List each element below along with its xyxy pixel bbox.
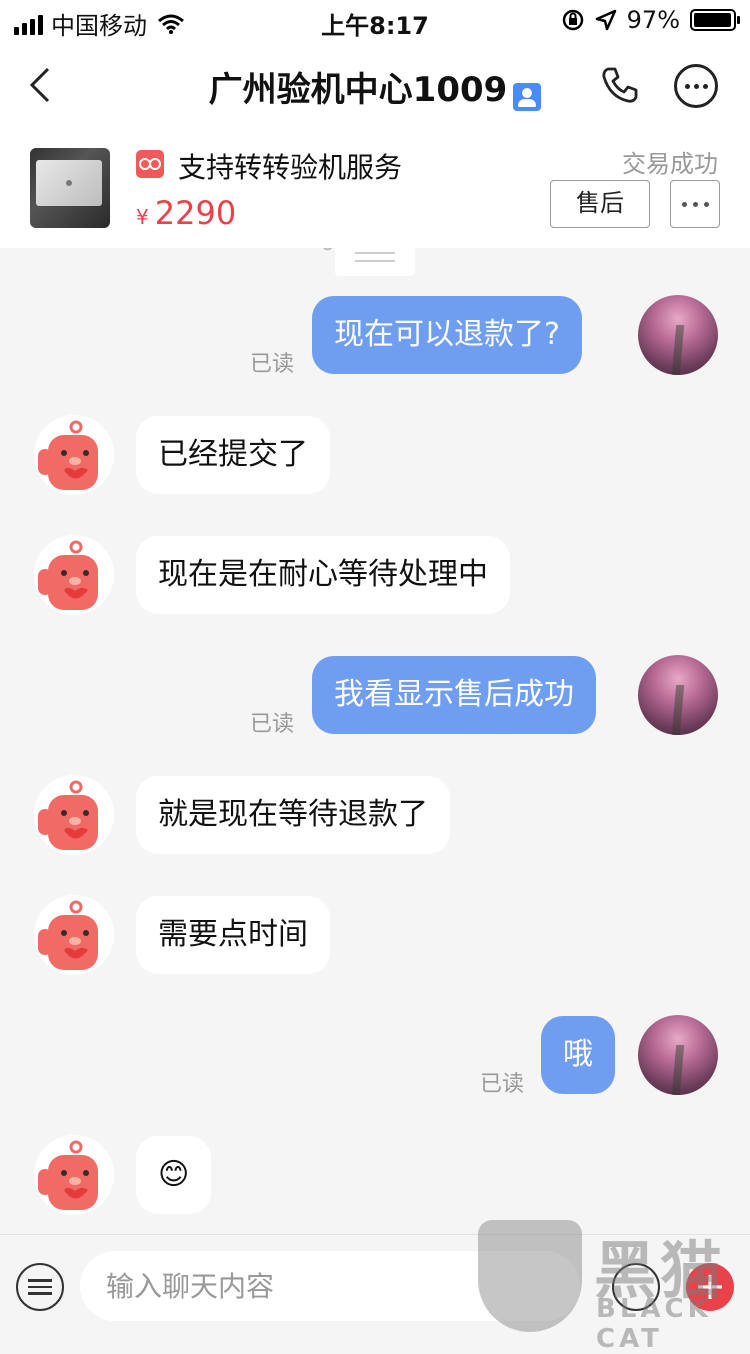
- bear-mascot-icon: [34, 415, 114, 495]
- battery-icon: [690, 9, 740, 31]
- battery-percent: 97%: [626, 6, 680, 34]
- partner-avatar[interactable]: [34, 775, 114, 855]
- service-badge-icon: [136, 150, 164, 178]
- rotation-lock-icon: [562, 9, 583, 31]
- incoming-message[interactable]: 现在是在耐心等待处理中: [136, 536, 510, 614]
- outgoing-message[interactable]: 哦: [541, 1016, 615, 1094]
- product-card[interactable]: 支持转转验机服务 ¥2290 交易成功 售后: [0, 130, 750, 248]
- bear-mascot-icon: [34, 775, 114, 855]
- currency-symbol: ¥: [136, 205, 149, 229]
- watermark-shield-icon: [478, 1220, 582, 1332]
- chat-area[interactable]: 0 5:30 已读 现在可以退款了? 已经提交了 现在是在耐心等待处理中 已读 …: [0, 248, 750, 1234]
- battery-fill: [694, 13, 731, 27]
- nav-bar: 广州验机中心1009: [0, 40, 750, 130]
- read-receipt: 已读: [250, 352, 295, 377]
- phone-icon[interactable]: [600, 65, 640, 105]
- price-value: 2290: [154, 194, 237, 232]
- incoming-message[interactable]: 已经提交了: [136, 416, 330, 494]
- pull-handle: [335, 248, 415, 276]
- verified-user-icon[interactable]: [513, 82, 542, 111]
- self-avatar[interactable]: [638, 1015, 718, 1095]
- location-icon: [595, 9, 616, 31]
- watermark: 黑猫 BLACK CAT: [478, 1216, 750, 1354]
- trade-status: 交易成功: [622, 150, 718, 178]
- partner-avatar[interactable]: [34, 535, 114, 615]
- incoming-message[interactable]: 需要点时间: [136, 896, 330, 974]
- after-sale-button[interactable]: 售后: [550, 180, 650, 228]
- read-receipt: 已读: [480, 1072, 525, 1097]
- self-avatar[interactable]: [638, 295, 718, 375]
- partner-avatar[interactable]: [34, 1135, 114, 1215]
- self-avatar[interactable]: [638, 655, 718, 735]
- product-more-button[interactable]: [670, 180, 720, 228]
- outgoing-message[interactable]: 现在可以退款了?: [312, 296, 582, 374]
- watermark-subtext: BLACK CAT: [596, 1294, 712, 1354]
- more-options-button[interactable]: [674, 64, 718, 108]
- timestamp: 0 5:30: [320, 248, 415, 276]
- bear-mascot-icon: [34, 895, 114, 975]
- product-price: ¥2290: [136, 194, 236, 232]
- menu-button[interactable]: [16, 1263, 64, 1311]
- page-title: 广州验机中心1009: [208, 70, 508, 110]
- outgoing-message[interactable]: 我看显示售后成功: [312, 656, 596, 734]
- bear-mascot-icon: [34, 1135, 114, 1215]
- status-bar: 中国移动 上午8:17 97%: [0, 0, 750, 40]
- status-right: 97%: [561, 6, 740, 34]
- incoming-message[interactable]: 就是现在等待退款了: [136, 776, 450, 854]
- emoji-message[interactable]: 😊: [136, 1136, 212, 1214]
- partner-avatar[interactable]: [34, 895, 114, 975]
- product-thumbnail[interactable]: [30, 148, 110, 228]
- service-label: 支持转转验机服务: [178, 151, 403, 184]
- partner-avatar[interactable]: [34, 415, 114, 495]
- read-receipt: 已读: [250, 712, 295, 737]
- bear-mascot-icon: [34, 535, 114, 615]
